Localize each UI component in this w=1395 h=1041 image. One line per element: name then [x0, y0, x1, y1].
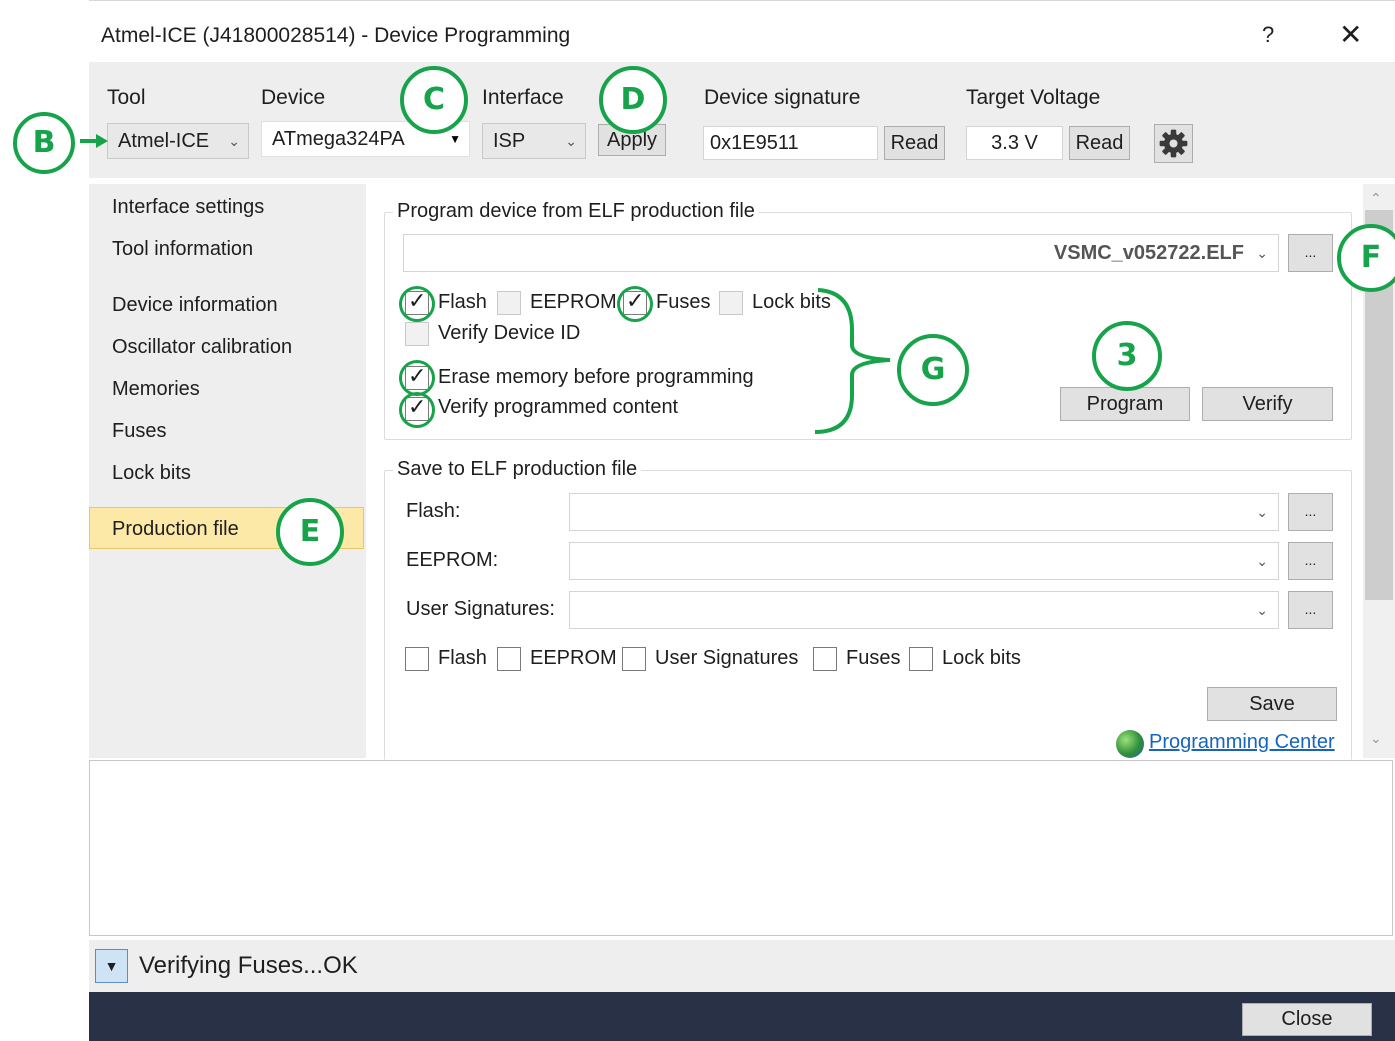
annotation-c: C [400, 66, 468, 134]
annotation-overlay [80, 134, 891, 434]
annotation-step-3: 3 [1092, 321, 1162, 391]
annotation-g-brace [814, 288, 891, 434]
annotation-b: B [13, 112, 75, 174]
annotation-e: E [276, 498, 344, 566]
annotation-ring-erase [399, 360, 435, 396]
annotation-ring-verify [399, 392, 435, 428]
annotation-d: D [599, 66, 667, 134]
annotation-ring-fuses [617, 286, 653, 322]
annotation-g: G [897, 334, 969, 406]
annotation-ring-flash [399, 286, 435, 322]
annotation-b-arrowhead [96, 134, 108, 148]
